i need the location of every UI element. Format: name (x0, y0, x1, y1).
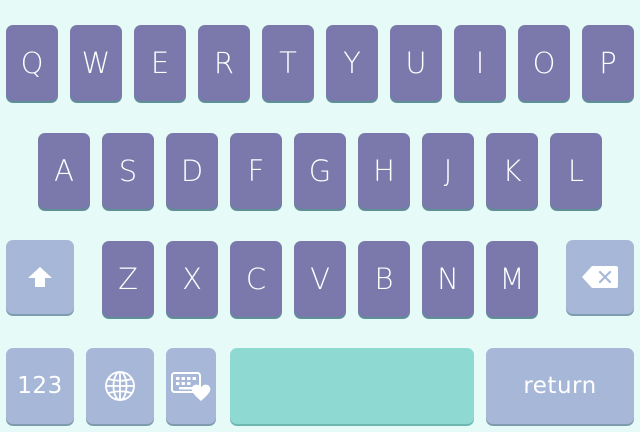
key-label: O (532, 45, 556, 80)
key-label: N (437, 261, 459, 296)
key-label: K (502, 153, 522, 188)
key-u[interactable]: U (390, 25, 442, 101)
key-label: L (567, 153, 585, 188)
key-q[interactable]: Q (6, 25, 58, 101)
numbers-label: 123 (17, 373, 63, 399)
key-label: E (150, 45, 170, 80)
keyboard-heart-icon (171, 370, 211, 402)
key-label: I (475, 45, 485, 80)
key-label: U (405, 45, 427, 80)
keyboard: Q W E R T Y U I O P A S D F G H J K L Z … (0, 0, 640, 432)
key-i[interactable]: I (454, 25, 506, 101)
key-c[interactable]: C (230, 241, 282, 317)
globe-icon (104, 370, 136, 402)
backspace-icon (581, 265, 619, 289)
shift-key[interactable] (6, 240, 74, 314)
key-label: R (213, 45, 235, 80)
backspace-key[interactable] (566, 240, 634, 314)
key-m[interactable]: M (486, 241, 538, 317)
key-y[interactable]: Y (326, 25, 378, 101)
key-label: T (279, 45, 297, 80)
key-l[interactable]: L (550, 133, 602, 209)
return-key[interactable]: return (486, 348, 634, 424)
space-bar[interactable] (230, 348, 474, 424)
key-label: H (373, 153, 395, 188)
key-label: J (443, 153, 453, 188)
numbers-key[interactable]: 123 (6, 348, 74, 424)
key-b[interactable]: B (358, 241, 410, 317)
key-label: F (247, 153, 265, 188)
key-r[interactable]: R (198, 25, 250, 101)
key-a[interactable]: A (38, 133, 90, 209)
key-k[interactable]: K (486, 133, 538, 209)
key-n[interactable]: N (422, 241, 474, 317)
shift-arrow-icon (27, 266, 53, 288)
globe-key[interactable] (86, 348, 154, 424)
key-label: X (182, 261, 202, 296)
key-j[interactable]: J (422, 133, 474, 209)
key-label: D (180, 153, 204, 188)
key-label: B (374, 261, 394, 296)
key-label: C (245, 261, 267, 296)
key-label: Q (20, 45, 44, 80)
key-label: S (118, 153, 138, 188)
key-label: Y (343, 45, 361, 80)
key-p[interactable]: P (582, 25, 634, 101)
key-label: Z (118, 261, 138, 296)
return-label: return (523, 373, 597, 399)
key-label: M (499, 261, 525, 296)
key-label: W (81, 45, 111, 80)
key-g[interactable]: G (294, 133, 346, 209)
key-label: G (308, 153, 332, 188)
key-x[interactable]: X (166, 241, 218, 317)
key-o[interactable]: O (518, 25, 570, 101)
key-label: A (54, 153, 74, 188)
key-e[interactable]: E (134, 25, 186, 101)
emoji-keyboard-key[interactable] (166, 348, 216, 424)
key-d[interactable]: D (166, 133, 218, 209)
key-s[interactable]: S (102, 133, 154, 209)
key-h[interactable]: H (358, 133, 410, 209)
key-label: P (599, 45, 617, 80)
key-w[interactable]: W (70, 25, 122, 101)
key-label: V (310, 261, 330, 296)
key-t[interactable]: T (262, 25, 314, 101)
key-f[interactable]: F (230, 133, 282, 209)
key-v[interactable]: V (294, 241, 346, 317)
key-z[interactable]: Z (102, 241, 154, 317)
